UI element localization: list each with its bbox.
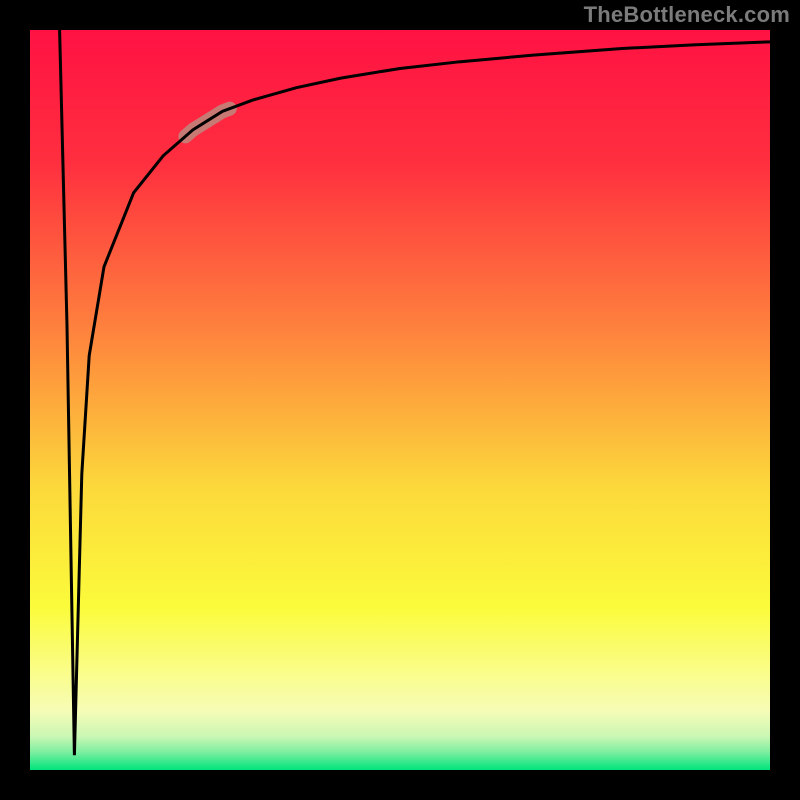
watermark-text: TheBottleneck.com	[584, 2, 790, 28]
curve-layer	[30, 30, 770, 770]
bottleneck-curve	[60, 30, 770, 755]
chart-frame: TheBottleneck.com	[0, 0, 800, 800]
plot-area	[30, 30, 770, 770]
